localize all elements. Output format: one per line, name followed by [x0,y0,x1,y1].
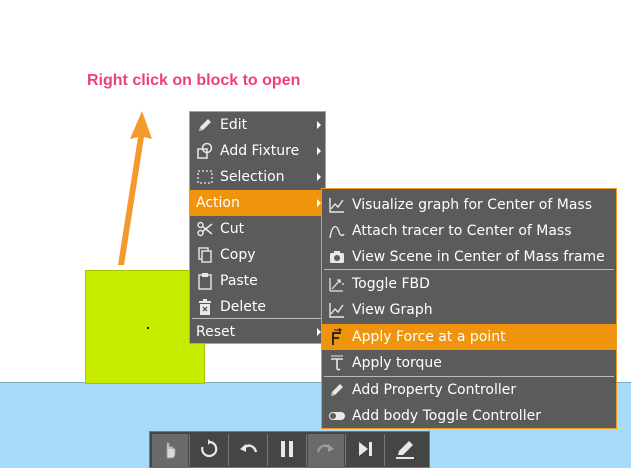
hand-icon [159,438,181,464]
step-forward-icon [354,438,376,464]
toolbar-separator [267,434,268,466]
undo-icon [237,438,259,464]
submenu-arrow-icon [317,147,321,155]
submenu-arrow-icon [317,121,321,129]
menu-item-edit[interactable]: Edit [190,112,325,138]
submenu-item-label: Add body Toggle Controller [352,408,541,424]
redo-button[interactable] [308,434,344,468]
menu-item-selection[interactable]: Selection [190,164,325,190]
submenu-item-toggle-fbd[interactable]: Toggle FBD [322,271,616,297]
submenu-item-attach-tracer[interactable]: Attach tracer to Center of Mass [322,218,616,244]
scissors-icon [196,220,214,238]
menu-item-label: Reset [196,324,236,340]
graph-icon [328,301,346,319]
annotation-arrow-icon [118,111,152,265]
hand-tool-button[interactable] [152,434,188,468]
torque-icon [328,354,346,372]
toggle-icon [328,407,346,425]
edit-button[interactable] [387,434,423,468]
submenu-item-label: Apply torque [352,355,442,371]
menu-item-reset[interactable]: Reset [190,319,325,345]
force-icon [328,328,346,346]
toolbar-separator [345,434,346,466]
menu-item-copy[interactable]: Copy [190,242,325,268]
reset-icon [198,438,220,464]
menu-item-label: Copy [220,247,256,263]
reset-button[interactable] [191,434,227,468]
submenu-item-add-property-controller[interactable]: Add Property Controller [322,377,616,403]
menu-item-label: Delete [220,299,266,315]
trash-icon [196,298,214,316]
camera-icon [328,248,346,266]
graph-icon [328,196,346,214]
pencil-icon [196,116,214,134]
submenu-item-view-scene-com-frame[interactable]: View Scene in Center of Mass frame [322,244,616,270]
menu-item-delete[interactable]: Delete [190,294,325,320]
toolbar-separator [189,434,190,466]
pause-icon [276,438,298,464]
menu-item-label: Paste [220,273,258,289]
selection-icon [196,168,214,186]
toolbar-separator [228,434,229,466]
menu-item-label: Action [196,195,240,211]
annotation-text: Right click on block to open [87,72,301,89]
pencil-icon [328,381,346,399]
action-submenu: Visualize graph for Center of Mass Attac… [321,188,617,429]
center-of-mass-dot [147,327,149,329]
submenu-item-label: Toggle FBD [352,276,430,292]
menu-item-label: Cut [220,221,245,237]
copy-icon [196,246,214,264]
context-menu: Edit Add Fixture Selection Action Cut Co… [189,111,326,344]
submenu-item-label: Apply Force at a point [352,329,506,345]
submenu-item-label: View Scene in Center of Mass frame [352,249,605,265]
menu-item-label: Selection [220,169,285,185]
menu-separator [324,269,614,270]
fbd-icon [328,275,346,293]
submenu-arrow-icon [317,173,321,181]
submenu-item-add-body-toggle-controller[interactable]: Add body Toggle Controller [322,403,616,429]
fixture-icon [196,142,214,160]
simulation-toolbar [149,431,430,468]
submenu-item-label: View Graph [352,302,433,318]
menu-item-add-fixture[interactable]: Add Fixture [190,138,325,164]
menu-item-label: Add Fixture [220,143,300,159]
menu-item-action[interactable]: Action [190,190,325,216]
step-button[interactable] [347,434,383,468]
submenu-item-apply-torque[interactable]: Apply torque [322,350,616,376]
submenu-item-visualize-graph-com[interactable]: Visualize graph for Center of Mass [322,192,616,218]
pause-button[interactable] [269,434,305,468]
toolbar-separator [306,434,307,466]
submenu-item-apply-force[interactable]: Apply Force at a point [322,324,616,350]
physics-block[interactable] [85,270,205,384]
submenu-item-view-graph[interactable]: View Graph [322,297,616,323]
submenu-item-label: Add Property Controller [352,382,517,398]
menu-item-label: Edit [220,117,248,133]
undo-button[interactable] [230,434,266,468]
clipboard-icon [196,272,214,290]
toolbar-separator [384,434,385,466]
redo-icon [315,438,337,464]
submenu-item-label: Visualize graph for Center of Mass [352,197,592,213]
menu-item-paste[interactable]: Paste [190,268,325,294]
menu-item-cut[interactable]: Cut [190,216,325,242]
edit-icon [394,438,416,464]
submenu-item-label: Attach tracer to Center of Mass [352,223,572,239]
tracer-icon [328,222,346,240]
